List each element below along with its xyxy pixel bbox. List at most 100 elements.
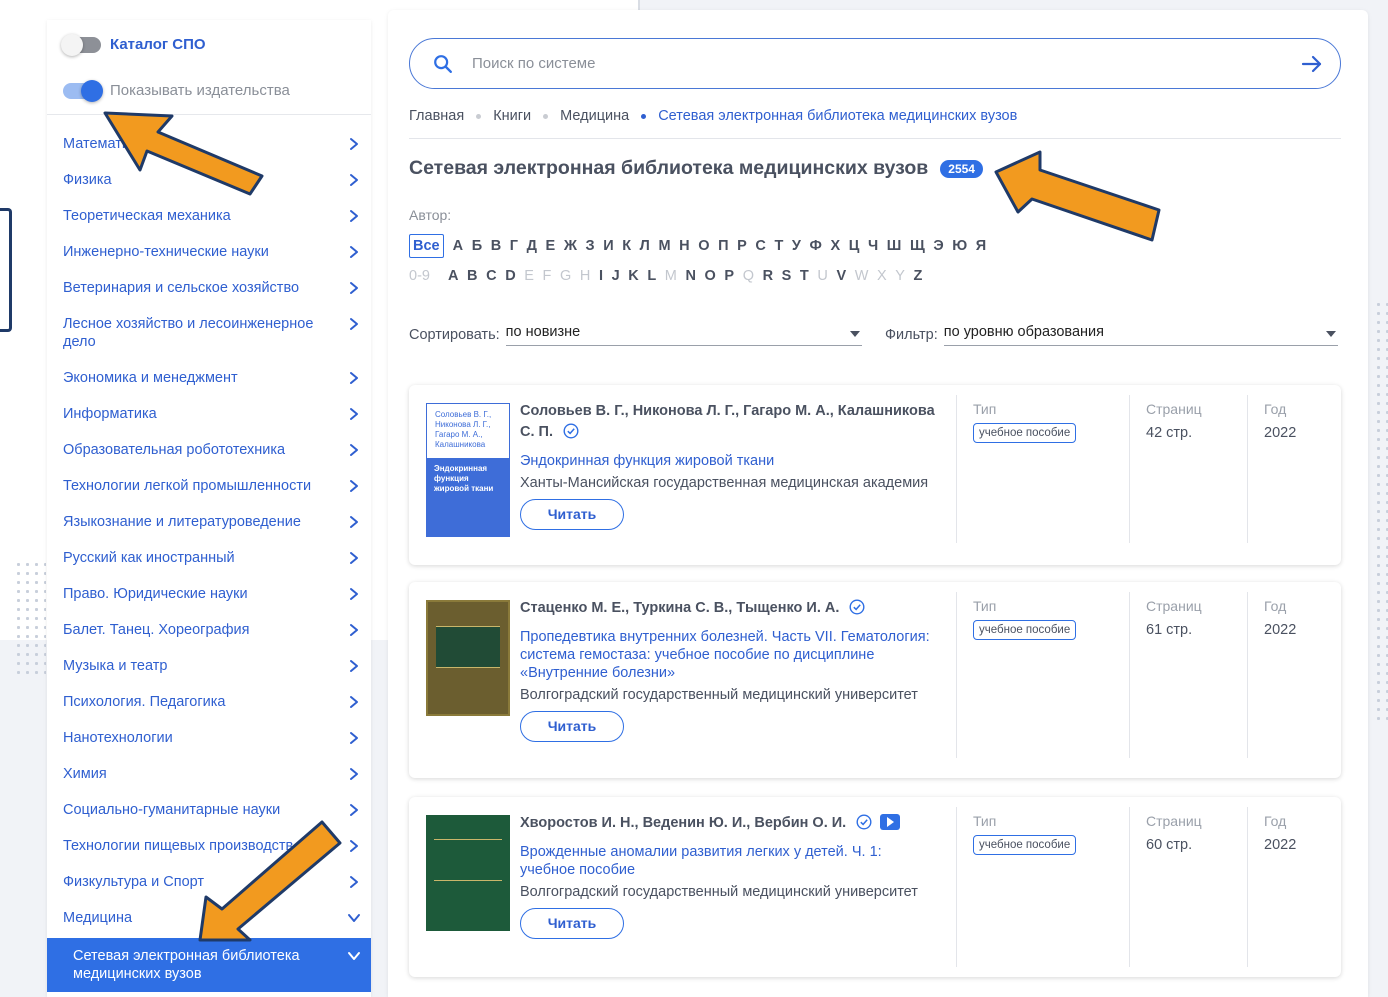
sidebar-category[interactable]: Инженерно-технические науки [47, 234, 371, 270]
breadcrumb-home[interactable]: Главная [409, 108, 464, 124]
sidebar-category[interactable]: Русский как иностранный [47, 540, 371, 576]
book-title-link[interactable]: Врожденные аномалии развития легких у де… [520, 843, 940, 879]
chevron-right-icon[interactable] [347, 369, 361, 387]
chevron-right-icon[interactable] [347, 441, 361, 459]
alphabet-letter[interactable]: Р [737, 238, 747, 254]
alphabet-letter[interactable]: S [782, 268, 792, 284]
sidebar-category[interactable]: Физкультура и Спорт [47, 864, 371, 900]
chevron-right-icon[interactable] [347, 621, 361, 639]
chevron-right-icon[interactable] [347, 243, 361, 261]
sidebar-category[interactable]: Балет. Танец. Хореография [47, 612, 371, 648]
alphabet-letter[interactable]: Ч [868, 238, 878, 254]
alphabet-letter[interactable]: Я [976, 238, 986, 254]
chevron-right-icon[interactable] [347, 171, 361, 189]
chevron-right-icon[interactable] [347, 315, 361, 333]
alphabet-letter[interactable]: D [505, 268, 515, 284]
book-title-link[interactable]: Пропедевтика внутренних болезней. Часть … [520, 628, 940, 682]
alphabet-letter[interactable]: T [800, 268, 809, 284]
chevron-right-icon[interactable] [347, 765, 361, 783]
alphabet-letter[interactable]: P [724, 268, 734, 284]
sidebar-category[interactable]: Право. Юридические науки [47, 576, 371, 612]
sidebar-category[interactable]: Информатика [47, 396, 371, 432]
alphabet-letter[interactable]: C [486, 268, 496, 284]
search-input[interactable] [472, 55, 1272, 72]
chevron-right-icon[interactable] [347, 837, 361, 855]
sidebar-category[interactable]: Теоретическая механика [47, 198, 371, 234]
breadcrumb-books[interactable]: Книги [493, 108, 531, 124]
sidebar-category[interactable]: Химия [47, 756, 371, 792]
book-cover[interactable]: Соловьев В. Г., Никонова Л. Г., Гагаро М… [426, 403, 510, 537]
sidebar-category[interactable]: Технологии легкой промышленности [47, 468, 371, 504]
alphabet-letter[interactable]: Е [546, 238, 556, 254]
alphabet-letter[interactable]: Ю [952, 238, 967, 254]
chevron-right-icon[interactable] [347, 873, 361, 891]
alphabet-letter[interactable]: У [792, 238, 801, 254]
chevron-right-icon[interactable] [347, 729, 361, 747]
sidebar-category[interactable]: Нанотехнологии [47, 720, 371, 756]
chevron-right-icon[interactable] [347, 279, 361, 297]
chevron-right-icon[interactable] [347, 135, 361, 153]
chevron-right-icon[interactable] [347, 549, 361, 567]
book-cover[interactable] [426, 600, 510, 716]
toggle-spo-catalog[interactable]: Каталог СПО [61, 33, 206, 56]
alphabet-letter[interactable]: В [491, 238, 501, 254]
chevron-right-icon[interactable] [347, 657, 361, 675]
sidebar-category[interactable]: Медицина [47, 900, 371, 936]
toggle-switch[interactable] [61, 33, 101, 56]
sidebar-category[interactable]: Технологии пищевых производств [47, 828, 371, 864]
read-button[interactable]: Читать [520, 499, 624, 530]
chevron-right-icon[interactable] [347, 585, 361, 603]
alphabet-letter[interactable]: Z [914, 268, 923, 284]
sidebar-category[interactable]: Психология. Педагогика [47, 684, 371, 720]
alphabet-letter[interactable]: Ф [810, 238, 822, 254]
alphabet-letter[interactable]: Щ [910, 238, 925, 254]
alphabet-letter[interactable]: И [603, 238, 613, 254]
alphabet-letter[interactable]: Т [774, 238, 783, 254]
filter-select[interactable]: по уровню образования [943, 324, 1338, 346]
alphabet-letter[interactable]: V [836, 268, 846, 284]
sidebar-category[interactable]: Музыка и театр [47, 648, 371, 684]
chevron-down-icon[interactable] [347, 909, 361, 927]
chevron-right-icon[interactable] [347, 207, 361, 225]
alphabet-letter[interactable]: Ц [849, 238, 860, 254]
arrow-right-icon[interactable] [1300, 52, 1324, 76]
chevron-right-icon[interactable] [347, 801, 361, 819]
sort-select[interactable]: по новизне [505, 324, 862, 346]
chevron-right-icon[interactable] [347, 477, 361, 495]
chevron-down-icon[interactable] [347, 947, 361, 965]
letter-all[interactable]: Все [409, 234, 444, 258]
alphabet-letter[interactable]: Ж [564, 238, 577, 254]
video-icon[interactable] [880, 814, 901, 830]
alphabet-letter[interactable]: Н [679, 238, 689, 254]
sidebar-category[interactable]: Математика [47, 126, 371, 162]
alphabet-letter[interactable]: Д [527, 238, 537, 254]
search-bar[interactable] [409, 38, 1341, 89]
alphabet-letter[interactable]: Х [831, 238, 841, 254]
sidebar-category[interactable]: Ветеринария и сельское хозяйство [47, 270, 371, 306]
alphabet-letter[interactable]: R [763, 268, 773, 284]
alphabet-letter[interactable]: O [705, 268, 716, 284]
breadcrumb-medicine[interactable]: Медицина [560, 108, 629, 124]
alphabet-letter[interactable]: B [467, 268, 477, 284]
alphabet-letter[interactable]: К [622, 238, 631, 254]
alphabet-letter[interactable]: I [599, 268, 603, 284]
chevron-right-icon[interactable] [347, 693, 361, 711]
book-cover[interactable] [426, 815, 510, 931]
alphabet-letter[interactable]: J [612, 268, 620, 284]
alphabet-letter[interactable]: З [586, 238, 595, 254]
alphabet-letter[interactable]: О [698, 238, 709, 254]
read-button[interactable]: Читать [520, 908, 624, 939]
toggle-switch[interactable] [63, 79, 103, 102]
alphabet-letter[interactable]: Л [640, 238, 650, 254]
alphabet-letter[interactable]: П [718, 238, 728, 254]
alphabet-letter[interactable]: K [628, 268, 638, 284]
sidebar-category[interactable]: Экономика и менеджмент [47, 360, 371, 396]
alphabet-letter[interactable]: А [453, 238, 463, 254]
read-button[interactable]: Читать [520, 711, 624, 742]
alphabet-letter[interactable]: L [647, 268, 656, 284]
alphabet-letter[interactable]: Ш [887, 238, 902, 254]
alphabet-letter[interactable]: N [685, 268, 695, 284]
sidebar-category[interactable]: Лесное хозяйство и лесоинженерное дело [47, 306, 371, 360]
alphabet-letter[interactable]: A [448, 268, 458, 284]
chevron-right-icon[interactable] [347, 405, 361, 423]
